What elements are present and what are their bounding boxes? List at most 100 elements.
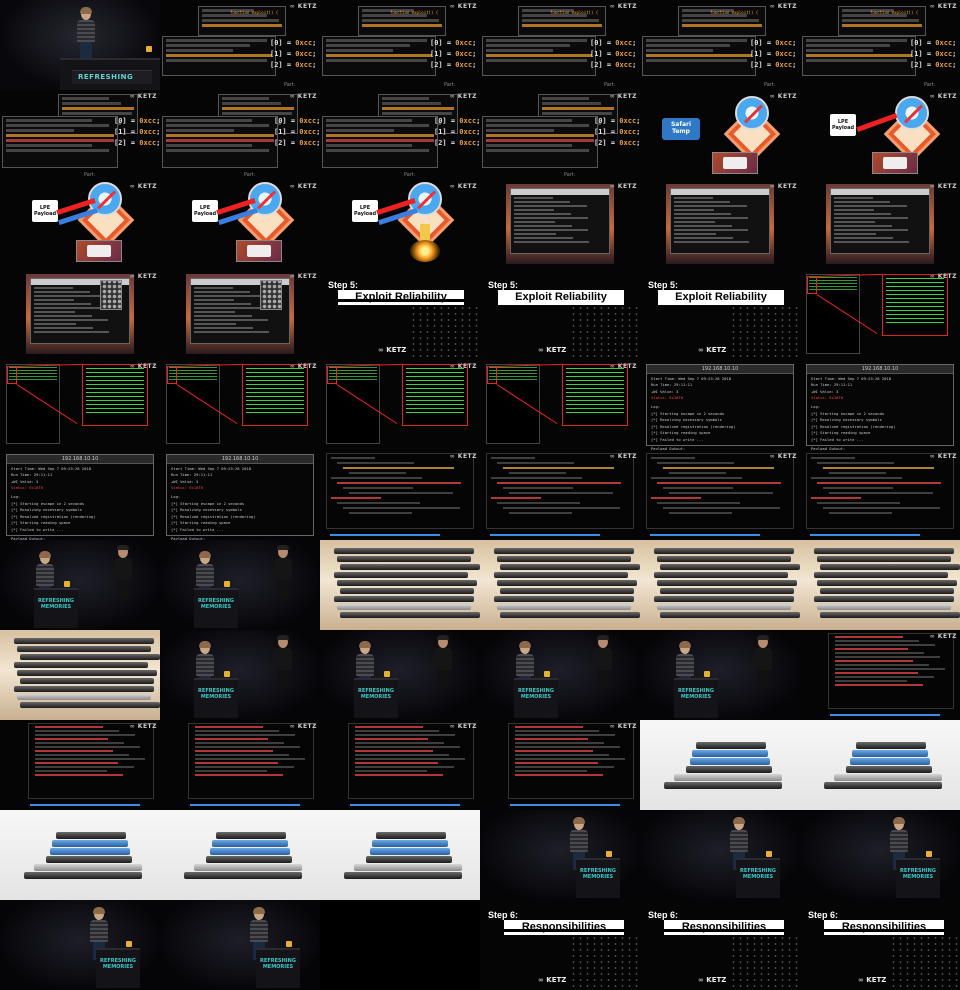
- thumbnail-laptops[interactable]: [800, 540, 960, 630]
- zoomed-spray: [882, 274, 948, 336]
- thumbnail-term[interactable]: KETZ: [480, 180, 640, 270]
- thumbnail-src2[interactable]: KETZ: [320, 720, 480, 810]
- thumbnail-code[interactable]: function exploit() {[0] = 0xcc; [1] = 0xc…: [480, 0, 640, 90]
- code-line: [166, 44, 250, 47]
- thumbnail-black[interactable]: [320, 900, 480, 990]
- thumbnail-white[interactable]: [0, 810, 160, 900]
- thumbnail-code2[interactable]: [0] = 0xcc;[1] = 0xcc;[2] = 0xcc; Part. KE…: [480, 90, 640, 180]
- source-link[interactable]: [190, 804, 300, 806]
- thumbnail-term[interactable]: KETZ: [640, 180, 800, 270]
- thumbnail-browser[interactable]: 192.168.10.10 Start Time: Wed Sep 7 09:23…: [160, 450, 320, 540]
- thumbnail-duo[interactable]: REFRESHING MEMORIES: [640, 630, 800, 720]
- step-label: Step 6:: [488, 910, 519, 920]
- thumbnail-src2[interactable]: KETZ: [160, 720, 320, 810]
- thumbnail-lpe[interactable]: LPE Payload KETZ: [160, 180, 320, 270]
- safari-icon: [895, 96, 929, 130]
- address-bar[interactable]: 192.168.10.10: [167, 455, 313, 464]
- thumbnail-code[interactable]: function exploit() {[0] = 0xcc; [1] = 0xc…: [160, 0, 320, 90]
- thumbnail-src2[interactable]: KETZ: [800, 630, 960, 720]
- thumbnail-code2[interactable]: [0] = 0xcc;[1] = 0xcc;[2] = 0xcc; Part. KE…: [0, 90, 160, 180]
- thumbnail-zoom[interactable]: KETZ: [320, 360, 480, 450]
- status-line: Status: 0x10T0: [11, 485, 44, 490]
- address-bar[interactable]: 192.168.10.10: [647, 365, 793, 374]
- code-line: [326, 144, 412, 147]
- terminal-titlebar: [511, 189, 609, 195]
- thumbnail-term[interactable]: KETZ: [800, 180, 960, 270]
- thumbnail-white[interactable]: [320, 810, 480, 900]
- thumbnail-lpe[interactable]: LPE Payload KETZ: [0, 180, 160, 270]
- thumbnail-step6[interactable]: Step 6:Responsibilities KETZ: [800, 900, 960, 990]
- thumbnail-safari2[interactable]: LPE Payload KETZ: [800, 90, 960, 180]
- thumbnail-step6[interactable]: Step 6:Responsibilities KETZ: [640, 900, 800, 990]
- code-line: [343, 487, 414, 489]
- thumbnail-zoom[interactable]: KETZ: [160, 360, 320, 450]
- thumbnail-code[interactable]: function exploit() {[0] = 0xcc; [1] = 0xc…: [320, 0, 480, 90]
- laptop: [337, 580, 477, 586]
- thumbnail-code[interactable]: function exploit() {[0] = 0xcc; [1] = 0xc…: [800, 0, 960, 90]
- thumbnail-safari[interactable]: Safari Temp KETZ: [640, 90, 800, 180]
- thumbnail-duo[interactable]: REFRESHING MEMORIES: [0, 540, 160, 630]
- source-link[interactable]: [650, 534, 760, 536]
- thumbnail-step5[interactable]: Step 5:Exploit Reliability KETZ: [480, 270, 640, 360]
- laptop: [370, 848, 450, 855]
- thumbnail-termcalc[interactable]: KETZ: [160, 270, 320, 360]
- speaker-hair: [573, 817, 585, 824]
- thumbnail-laptops[interactable]: [0, 630, 160, 720]
- thumbnail-src[interactable]: KETZ: [480, 450, 640, 540]
- terminal-line: [194, 291, 250, 293]
- thumbnail-speaker1[interactable]: REFRESHING: [0, 0, 160, 90]
- thumbnail-step5[interactable]: Step 5:Exploit Reliability KETZ: [640, 270, 800, 360]
- thumbnail-laptops[interactable]: [320, 540, 480, 630]
- thumbnail-termcalc[interactable]: KETZ: [0, 270, 160, 360]
- thumbnail-browser[interactable]: 192.168.10.10 Start Time: Wed Sep 7 09:23…: [640, 360, 800, 450]
- thumbnail-speaker[interactable]: REFRESHING MEMORIES: [800, 810, 960, 900]
- thumbnail-speaker[interactable]: REFRESHING MEMORIES: [0, 900, 160, 990]
- thumbnail-src2[interactable]: KETZ: [480, 720, 640, 810]
- thumbnail-laptops[interactable]: [640, 540, 800, 630]
- thumbnail-duo[interactable]: REFRESHING MEMORIES: [160, 540, 320, 630]
- thumbnail-code2[interactable]: [0] = 0xcc;[1] = 0xcc;[2] = 0xcc; Part. KE…: [160, 90, 320, 180]
- thumbnail-src[interactable]: KETZ: [320, 450, 480, 540]
- address-bar[interactable]: 192.168.10.10: [807, 365, 953, 374]
- source-link[interactable]: [350, 804, 460, 806]
- source-link[interactable]: [810, 534, 920, 536]
- thumbnail-lpeboom[interactable]: LPE Payload KETZ: [320, 180, 480, 270]
- laptop: [814, 572, 948, 578]
- thumbnail-duo[interactable]: REFRESHING MEMORIES: [160, 630, 320, 720]
- source-link[interactable]: [510, 804, 620, 806]
- thumbnail-duo[interactable]: REFRESHING MEMORIES: [480, 630, 640, 720]
- source-link[interactable]: [490, 534, 600, 536]
- thumbnail-zoom[interactable]: KETZ: [800, 270, 960, 360]
- thumbnail-duo[interactable]: REFRESHING MEMORIES: [320, 630, 480, 720]
- source-link[interactable]: [830, 714, 940, 716]
- speaker: [75, 7, 97, 60]
- address-bar[interactable]: 192.168.10.10: [7, 455, 153, 464]
- thumbnail-white[interactable]: [160, 810, 320, 900]
- thumbnail-speaker[interactable]: REFRESHING MEMORIES: [640, 810, 800, 900]
- thumbnail-white[interactable]: [800, 720, 960, 810]
- thumbnail-browser[interactable]: 192.168.10.10 Start Time: Wed Sep 7 09:23…: [0, 450, 160, 540]
- thumbnail-code[interactable]: function exploit() {[0] = 0xcc; [1] = 0xc…: [640, 0, 800, 90]
- laptop: [814, 596, 954, 602]
- laptop: [494, 572, 628, 578]
- thumbnail-step6[interactable]: Step 6:Responsibilities KETZ: [480, 900, 640, 990]
- status-line: Log:: [651, 404, 661, 409]
- thumbnail-speaker[interactable]: REFRESHING MEMORIES: [480, 810, 640, 900]
- thumbnail-step5strike[interactable]: Step 5:Exploit Reliability KETZ: [320, 270, 480, 360]
- thumbnail-laptops[interactable]: [480, 540, 640, 630]
- source-link[interactable]: [30, 804, 140, 806]
- thumbnail-zoom[interactable]: KETZ: [0, 360, 160, 450]
- ketz-logo: KETZ: [610, 183, 637, 190]
- code-line: [326, 134, 434, 137]
- thumbnail-src2[interactable]: KETZ: [0, 720, 160, 810]
- thumbnail-browser[interactable]: 192.168.10.10 Start Time: Wed Sep 7 09:23…: [800, 360, 960, 450]
- thumbnail-src[interactable]: KETZ: [800, 450, 960, 540]
- mascot-icon: [224, 671, 230, 677]
- thumbnail-speaker[interactable]: REFRESHING MEMORIES: [160, 900, 320, 990]
- thumbnail-code2[interactable]: [0] = 0xcc;[1] = 0xcc;[2] = 0xcc; Part. KE…: [320, 90, 480, 180]
- thumbnail-src[interactable]: KETZ: [640, 450, 800, 540]
- co-speaker: [272, 545, 294, 598]
- source-link[interactable]: [330, 534, 440, 536]
- thumbnail-zoom[interactable]: KETZ: [480, 360, 640, 450]
- thumbnail-white[interactable]: [640, 720, 800, 810]
